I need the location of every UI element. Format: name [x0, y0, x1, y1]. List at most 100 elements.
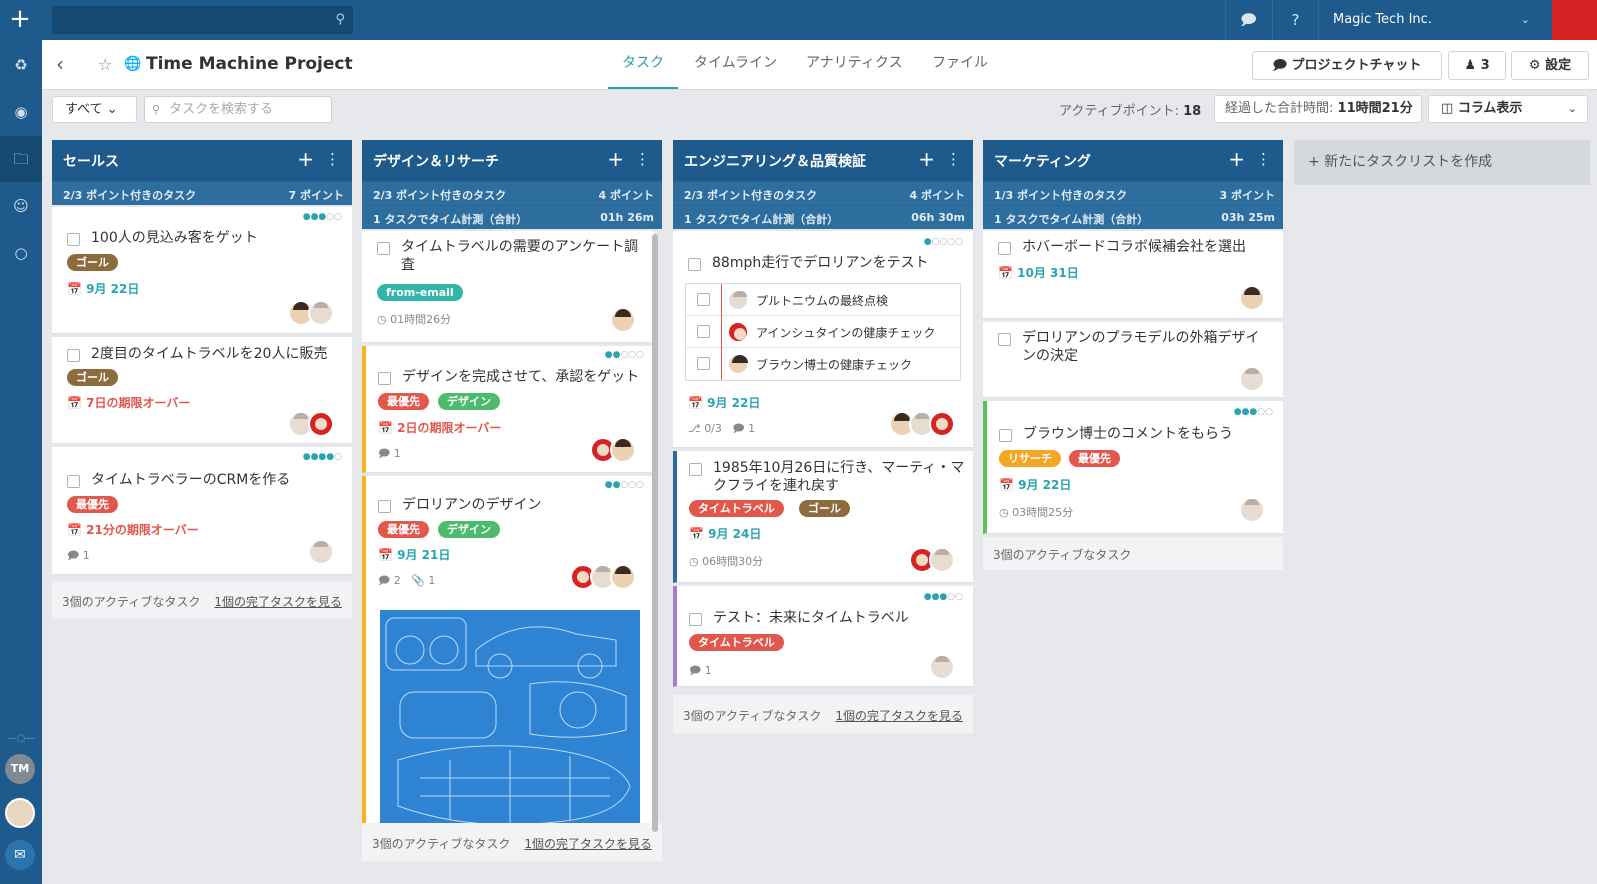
- user-avatar[interactable]: [1552, 0, 1597, 40]
- task-checkbox[interactable]: [998, 242, 1011, 255]
- task-title: デロリアンのデザイン: [402, 497, 542, 513]
- back-arrow-icon[interactable]: ‹: [56, 52, 64, 76]
- task-checkbox[interactable]: [688, 258, 701, 271]
- bell-icon[interactable]: ♻: [0, 42, 42, 88]
- create-task-list-button[interactable]: + 新たにタスクリストを作成: [1294, 140, 1590, 185]
- add-task-icon[interactable]: +: [918, 147, 935, 171]
- tag-priority[interactable]: 最優先: [378, 393, 429, 410]
- attachment-image-blueprint[interactable]: [378, 608, 642, 832]
- add-task-icon[interactable]: +: [297, 147, 314, 171]
- workspace-avatar[interactable]: TM: [5, 754, 35, 784]
- task-checkbox[interactable]: [378, 500, 391, 513]
- tag-design[interactable]: デザイン: [438, 393, 500, 410]
- task-title: 1985年10月26日に行き、マーティ・マクフライを連れ戻す: [713, 460, 965, 494]
- help-icon[interactable]: ?: [1272, 0, 1318, 40]
- subtask-row[interactable]: プルトニウムの最終点検: [686, 284, 960, 316]
- task-card[interactable]: ●●●●○ タイムトラベラーのCRMを作る 最優先 📅 21分の期限オーバー 🗩…: [52, 447, 352, 575]
- view-completed-link[interactable]: 1個の完了タスクを見る: [835, 707, 963, 724]
- tag-priority[interactable]: 最優先: [378, 521, 429, 538]
- subtask-checkbox[interactable]: [697, 325, 710, 338]
- members-button[interactable]: ♟ 3: [1448, 51, 1506, 80]
- task-card[interactable]: ●●○○○ デロリアンのデザイン 最優先 デザイン 📅 9月 21日 🗩 2 📎…: [362, 476, 654, 840]
- avatar[interactable]: [929, 547, 955, 573]
- avatar[interactable]: [1239, 285, 1265, 311]
- task-card[interactable]: ●●○○○ デザインを完成させて、承認をゲット 最優先 デザイン 📅 2日の期限…: [362, 346, 654, 473]
- project-chat-button[interactable]: 🗩 プロジェクトチャット: [1252, 51, 1442, 80]
- avatar[interactable]: [728, 354, 748, 374]
- more-icon[interactable]: ⋮: [946, 150, 961, 168]
- task-checkbox[interactable]: [377, 242, 390, 255]
- task-checkbox[interactable]: [67, 349, 80, 362]
- tag-research[interactable]: リサーチ: [999, 450, 1061, 467]
- task-card[interactable]: ●○○○○ 88mph走行でデロリアンをテスト プルトニウムの最終点検 アインシ…: [673, 231, 973, 448]
- folder-icon[interactable]: 🗀: [0, 136, 42, 182]
- tag-goal[interactable]: ゴール: [67, 369, 118, 386]
- message-icon[interactable]: ○: [0, 230, 42, 276]
- avatar[interactable]: [308, 300, 334, 326]
- avatar[interactable]: [610, 564, 636, 590]
- profile-avatar[interactable]: [5, 798, 35, 828]
- tag-goal[interactable]: ゴール: [799, 500, 850, 517]
- task-card[interactable]: ホバーボードコラボ候補会社を選出 📅 10月 31日: [983, 231, 1283, 319]
- more-icon[interactable]: ⋮: [325, 150, 340, 168]
- tag-from-email[interactable]: from-email: [377, 284, 463, 301]
- avatar[interactable]: [1239, 497, 1265, 523]
- tab-files[interactable]: ファイル: [918, 40, 1002, 89]
- tab-analytics[interactable]: アナリティクス: [792, 40, 916, 89]
- avatar[interactable]: [308, 539, 334, 565]
- tab-tasks[interactable]: タスク: [608, 40, 678, 89]
- view-completed-link[interactable]: 1個の完了タスクを見る: [214, 593, 342, 610]
- column-scrollbar[interactable]: [652, 234, 658, 832]
- add-task-icon[interactable]: +: [607, 147, 624, 171]
- dashboard-icon[interactable]: ◉: [0, 89, 42, 135]
- tag-priority[interactable]: 最優先: [67, 496, 118, 513]
- subtask-row[interactable]: ブラウン博士の健康チェック: [686, 348, 960, 380]
- tag-goal[interactable]: ゴール: [67, 254, 118, 271]
- tag-time-travel[interactable]: タイムトラベル: [689, 500, 784, 517]
- column-view-dropdown[interactable]: ◫ コラム表示 ⌄: [1428, 95, 1588, 123]
- task-card[interactable]: 2度目のタイムトラベルを20人に販売 ゴール 📅 7日の期限オーバー: [52, 337, 352, 444]
- company-selector[interactable]: Magic Tech Inc. ⌄: [1318, 0, 1548, 40]
- tag-priority[interactable]: 最優先: [1069, 450, 1120, 467]
- subtask-row[interactable]: アインシュタインの健康チェック: [686, 316, 960, 348]
- team-icon[interactable]: ☺: [0, 183, 42, 229]
- task-search-input[interactable]: ⚲ タスクを検索する: [144, 96, 332, 123]
- avatar[interactable]: [1239, 366, 1265, 392]
- tab-timeline[interactable]: タイムライン: [680, 40, 791, 89]
- avatar[interactable]: [929, 411, 955, 437]
- add-icon[interactable]: +: [0, 0, 40, 40]
- task-checkbox[interactable]: [689, 463, 702, 476]
- support-chat-icon[interactable]: ✉: [5, 840, 35, 870]
- avatar[interactable]: [728, 322, 748, 342]
- chat-icon[interactable]: 🗩: [1225, 0, 1271, 40]
- subtask-checkbox[interactable]: [697, 293, 710, 306]
- avatar[interactable]: [728, 290, 748, 310]
- filter-all-dropdown[interactable]: すべて ⌄: [52, 96, 137, 123]
- task-checkbox[interactable]: [689, 613, 702, 626]
- task-checkbox[interactable]: [378, 372, 391, 385]
- avatar[interactable]: [308, 411, 334, 437]
- task-card[interactable]: ●●●○○ ブラウン博士のコメントをもらう リサーチ 最優先 📅 9月 22日 …: [983, 401, 1283, 534]
- settings-button[interactable]: ⚙ 設定: [1511, 51, 1589, 80]
- task-card[interactable]: デロリアンのプラモデルの外箱デザインの決定: [983, 322, 1283, 398]
- avatar[interactable]: [929, 654, 955, 680]
- view-completed-link[interactable]: 1個の完了タスクを見る: [524, 835, 652, 852]
- task-checkbox[interactable]: [999, 429, 1012, 442]
- task-checkbox[interactable]: [998, 333, 1011, 346]
- more-icon[interactable]: ⋮: [1256, 150, 1271, 168]
- star-icon[interactable]: ☆: [98, 55, 112, 74]
- add-task-icon[interactable]: +: [1228, 147, 1245, 171]
- task-checkbox[interactable]: [67, 233, 80, 246]
- more-icon[interactable]: ⋮: [635, 150, 650, 168]
- avatar[interactable]: [610, 307, 636, 333]
- task-checkbox[interactable]: [67, 475, 80, 488]
- task-card[interactable]: 1985年10月26日に行き、マーティ・マクフライを連れ戻す タイムトラベル ゴ…: [673, 451, 973, 583]
- subtask-checkbox[interactable]: [697, 357, 710, 370]
- tag-design[interactable]: デザイン: [438, 521, 500, 538]
- global-search-input[interactable]: ⚲: [52, 6, 353, 34]
- task-card[interactable]: ●●●○○ 100人の見込み客をゲット ゴール 📅 9月 22日: [52, 207, 352, 334]
- tag-time-travel[interactable]: タイムトラベル: [689, 634, 784, 651]
- task-card[interactable]: ●●●○○ テスト：未来にタイムトラベル タイムトラベル 🗩 1: [673, 586, 973, 687]
- task-card[interactable]: タイムトラベルの需要のアンケート調査 from-email ◷ 01時間26分: [362, 231, 654, 343]
- avatar[interactable]: [610, 437, 636, 463]
